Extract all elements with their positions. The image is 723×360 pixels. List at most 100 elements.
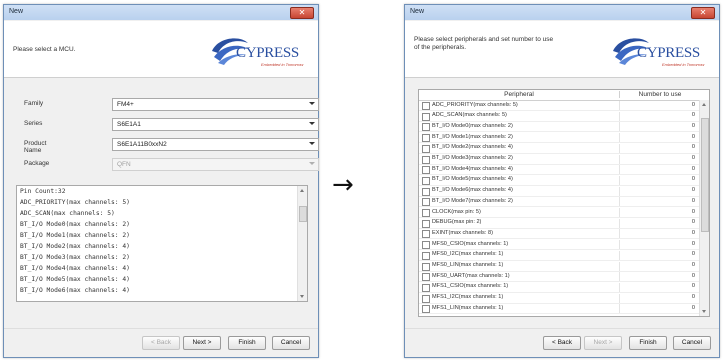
number-to-use-cell[interactable]: 0	[692, 219, 695, 225]
row-checkbox[interactable]	[422, 209, 430, 217]
row-checkbox[interactable]	[422, 123, 430, 132]
table-row[interactable]: BT_I/O Mode5(max channels: 4) 0	[419, 175, 699, 186]
number-to-use-cell[interactable]: 0	[692, 273, 695, 279]
table-row[interactable]: MFS0_UART(max channels: 1) 0	[419, 272, 699, 283]
table-row[interactable]: BT_I/O Mode3(max channels: 2) 0	[419, 154, 699, 165]
cancel-button[interactable]: Cancel	[673, 336, 711, 350]
instruction-text: Please select peripherals and set number…	[414, 36, 553, 52]
row-checkbox[interactable]	[422, 294, 430, 303]
number-to-use-cell[interactable]: 0	[692, 134, 695, 140]
table-row[interactable]: ADC_SCAN(max channels: 5) 0	[419, 111, 699, 122]
table-row[interactable]: EXINT(max channels: 8) 0	[419, 229, 699, 240]
row-checkbox[interactable]	[422, 305, 430, 314]
number-to-use-cell[interactable]: 0	[692, 283, 695, 289]
row-checkbox[interactable]	[422, 219, 430, 228]
back-button[interactable]: < Back	[142, 336, 180, 350]
number-to-use-cell[interactable]: 0	[692, 305, 695, 311]
column-divider	[619, 165, 620, 175]
row-checkbox[interactable]	[422, 198, 430, 207]
scrollbar-thumb[interactable]	[701, 118, 709, 232]
instruction-line-2: of the peripherals.	[414, 44, 467, 51]
info-line: BT_I/O Mode6(max channels: 4)	[20, 287, 130, 294]
series-dropdown[interactable]: S6E1A1	[112, 118, 319, 131]
chevron-down-icon	[309, 142, 315, 145]
number-to-use-cell[interactable]: 0	[692, 251, 695, 257]
row-checkbox[interactable]	[422, 166, 430, 175]
table-row[interactable]: BT_I/O Mode0(max channels: 2) 0	[419, 122, 699, 133]
close-button[interactable]: ✕	[691, 7, 715, 19]
row-checkbox[interactable]	[422, 283, 430, 292]
finish-button[interactable]: Finish	[228, 336, 266, 350]
info-line: ADC_SCAN(max channels: 5)	[20, 210, 115, 217]
peripheral-name: CLOCK(max pin: 5)	[432, 208, 481, 215]
row-checkbox[interactable]	[422, 144, 430, 153]
table-row[interactable]: MFS0_CSIO(max channels: 1) 0	[419, 240, 699, 251]
table-scrollbar[interactable]	[699, 100, 709, 316]
next-button[interactable]: Next >	[584, 336, 622, 350]
title-bar: New ✕	[405, 5, 719, 20]
table-row[interactable]: BT_I/O Mode6(max channels: 4) 0	[419, 186, 699, 197]
table-row[interactable]: MFS1_LIN(max channels: 1) 0	[419, 304, 699, 315]
finish-button[interactable]: Finish	[629, 336, 667, 350]
row-checkbox[interactable]	[422, 134, 430, 143]
table-row[interactable]: MFS0_I2C(max channels: 1) 0	[419, 250, 699, 261]
row-checkbox[interactable]	[422, 273, 430, 282]
scroll-down-icon[interactable]	[300, 295, 304, 298]
row-checkbox[interactable]	[422, 176, 430, 185]
scroll-down-icon[interactable]	[702, 310, 706, 313]
row-checkbox[interactable]	[422, 241, 430, 250]
table-row[interactable]: MFS0_LIN(max channels: 1) 0	[419, 261, 699, 272]
table-row[interactable]: BT_I/O Mode2(max channels: 4) 0	[419, 143, 699, 154]
scroll-up-icon[interactable]	[300, 189, 304, 192]
table-row[interactable]: CLOCK(max pin: 5) 0	[419, 208, 699, 218]
info-scrollbar[interactable]	[297, 186, 307, 301]
number-to-use-cell[interactable]: 0	[692, 198, 695, 204]
row-checkbox[interactable]	[422, 112, 430, 121]
column-divider	[619, 229, 620, 239]
number-to-use-cell[interactable]: 0	[692, 294, 695, 300]
number-to-use-cell[interactable]: 0	[692, 155, 695, 161]
row-checkbox[interactable]	[422, 102, 430, 110]
number-to-use-cell[interactable]: 0	[692, 241, 695, 247]
table-row[interactable]: MFS1_I2C(max channels: 1) 0	[419, 293, 699, 304]
number-to-use-cell[interactable]: 0	[692, 112, 695, 118]
column-divider	[619, 218, 620, 228]
number-to-use-cell[interactable]: 0	[692, 176, 695, 182]
table-row[interactable]: BT_I/O Mode7(max channels: 2) 0	[419, 197, 699, 208]
mcu-info-textbox[interactable]: Pin Count:32 ADC_PRIORITY(max channels: …	[16, 185, 308, 302]
column-divider	[619, 250, 620, 260]
row-checkbox[interactable]	[422, 230, 430, 239]
scrollbar-thumb[interactable]	[299, 206, 307, 222]
number-to-use-cell[interactable]: 0	[692, 123, 695, 129]
number-to-use-cell[interactable]: 0	[692, 262, 695, 268]
table-row[interactable]: DEBUG(max pin: 2) 0	[419, 218, 699, 229]
instruction-line-1: Please select peripherals and set number…	[414, 36, 554, 43]
row-checkbox[interactable]	[422, 262, 430, 271]
family-dropdown[interactable]: FM4+	[112, 98, 319, 111]
column-divider	[619, 143, 620, 153]
column-divider	[619, 101, 620, 110]
product-name-dropdown[interactable]: S6E1A11B0xxN2	[112, 138, 319, 151]
peripheral-name: MFS0_CSIO(max channels: 1)	[432, 240, 509, 247]
dialog-footer: < Back Next > Finish Cancel	[4, 328, 318, 357]
close-button[interactable]: ✕	[290, 7, 314, 19]
number-to-use-cell[interactable]: 0	[692, 144, 695, 150]
table-row[interactable]: ADC_PRIORITY(max channels: 5) 0	[419, 101, 699, 111]
number-to-use-cell[interactable]: 0	[692, 187, 695, 193]
row-checkbox[interactable]	[422, 155, 430, 164]
row-checkbox[interactable]	[422, 187, 430, 196]
back-button[interactable]: < Back	[543, 336, 581, 350]
row-checkbox[interactable]	[422, 251, 430, 260]
table-row[interactable]: BT_I/O Mode4(max channels: 4) 0	[419, 165, 699, 176]
table-row[interactable]: MFS1_CSIO(max channels: 1) 0	[419, 282, 699, 293]
next-button[interactable]: Next >	[183, 336, 221, 350]
scroll-up-icon[interactable]	[702, 103, 706, 106]
logo-wordmark: CYPRESS	[637, 45, 700, 61]
number-to-use-cell[interactable]: 0	[692, 209, 695, 215]
number-to-use-cell[interactable]: 0	[692, 166, 695, 172]
number-to-use-cell[interactable]: 0	[692, 230, 695, 236]
column-divider	[619, 293, 620, 303]
number-to-use-cell[interactable]: 0	[692, 102, 695, 108]
cancel-button[interactable]: Cancel	[272, 336, 310, 350]
table-row[interactable]: BT_I/O Mode1(max channels: 2) 0	[419, 133, 699, 144]
